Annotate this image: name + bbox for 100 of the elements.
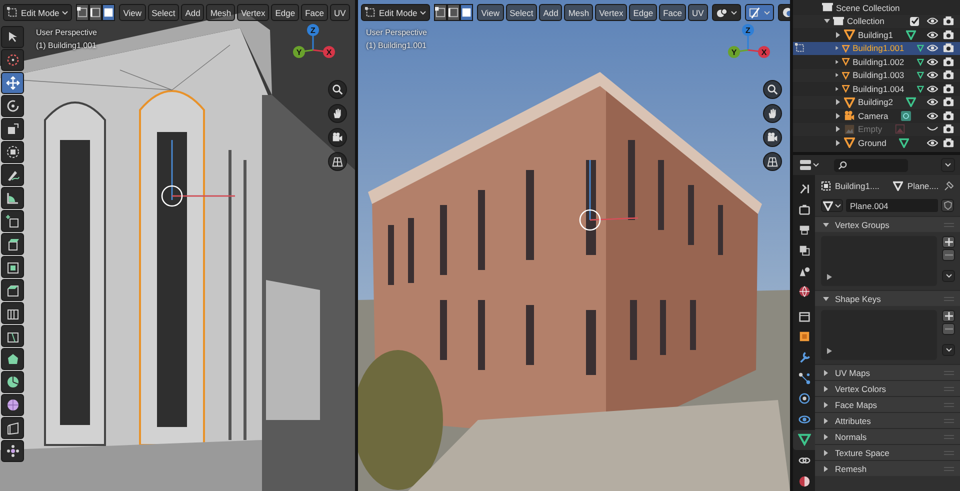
menu-button[interactable]: UV [688,4,708,21]
object-name[interactable]: Building1.004 [852,84,904,94]
tool-button[interactable] [1,187,24,209]
pin-icon[interactable] [944,181,954,191]
object-name[interactable]: Scene Collection [836,2,900,13]
menu-button[interactable]: UV [330,4,350,21]
eye-icon[interactable] [927,112,938,120]
axis-handle[interactable] [742,24,754,36]
tool-button[interactable] [1,325,24,347]
eye-icon[interactable] [927,98,938,106]
specials-dropdown[interactable] [942,344,955,356]
tool-button[interactable] [1,440,24,462]
menu-button[interactable]: Edge [629,4,658,21]
remove-button[interactable] [942,249,955,261]
outliner-row[interactable]: Building1 [793,28,960,42]
viewport-overlays-button[interactable] [712,4,741,21]
viewport-xray-button[interactable] [744,4,774,21]
collapsed-arrow-icon[interactable] [835,45,840,52]
menu-button[interactable]: Mesh [564,4,594,21]
mesh-browse-button[interactable] [821,199,843,212]
expanded-arrow-icon[interactable] [824,18,830,24]
expand-arrow-icon[interactable] [827,348,832,354]
specials-dropdown[interactable] [942,270,955,282]
tool-button[interactable] [1,394,24,416]
menu-button[interactable]: Select [506,4,538,21]
outliner-row[interactable]: Scene Collection [793,1,960,14]
collapsed-arrow-icon[interactable] [835,140,841,146]
expand-arrow-icon[interactable] [827,274,832,280]
remove-button[interactable] [942,323,955,335]
camera-data-icon[interactable] [901,110,912,121]
triangle-data-icon[interactable] [917,84,924,94]
render-camera-icon[interactable] [943,84,954,94]
tool-button[interactable] [1,417,24,439]
triangle-data-icon[interactable] [917,43,924,54]
outliner-row[interactable]: Ground [793,136,960,150]
panel-header[interactable]: Normals [815,428,960,444]
search-field[interactable] [834,158,908,172]
tool-button[interactable] [1,371,24,393]
outliner-row[interactable]: Collection [793,14,960,28]
outliner-row[interactable]: Building1.004 [793,82,960,96]
checkbox[interactable] [910,16,919,26]
menu-button[interactable]: View [119,4,146,21]
outliner-row[interactable]: Building1.003 [793,68,960,82]
menu-button[interactable]: View [477,4,504,21]
vertex-select-button[interactable] [434,4,448,21]
render-camera-icon[interactable] [943,70,954,80]
triangle-data-icon[interactable] [906,97,916,108]
axis-handle[interactable] [307,24,319,36]
menu-button[interactable]: Add [539,4,562,21]
menu-button[interactable]: Add [181,4,204,21]
collapsed-arrow-icon[interactable] [835,112,841,119]
tool-button[interactable] [1,302,24,324]
panel-header[interactable]: Texture Space [815,444,960,460]
add-button[interactable] [942,236,955,248]
object-name[interactable]: Building1.002 [852,56,904,67]
panel-header[interactable]: Vertex Colors [815,380,960,396]
triangle-data-icon[interactable] [917,56,924,67]
axis-handle[interactable] [293,46,305,58]
menu-button[interactable]: Face [659,4,686,21]
eye-icon[interactable] [927,138,938,147]
render-camera-icon[interactable] [943,138,954,148]
mesh-name-field[interactable]: Plane.004 [846,199,938,212]
collapsed-arrow-icon[interactable] [835,72,840,78]
menu-button[interactable]: Vertex [237,4,270,21]
tool-button[interactable] [1,95,24,117]
axis-handle[interactable] [728,46,740,58]
axis-handle[interactable] [323,46,335,58]
outliner-row[interactable]: Building2 [793,96,960,109]
menu-button[interactable]: Face [301,4,328,21]
collapsed-arrow-icon[interactable] [835,58,840,65]
menu-button[interactable]: Vertex [595,4,628,21]
properties-tab[interactable] [793,430,815,450]
eye-icon[interactable] [927,84,938,93]
add-button[interactable] [942,310,955,322]
eye-icon[interactable] [927,71,938,80]
render-camera-icon[interactable] [943,97,954,108]
object-name[interactable]: Building1.001 [852,43,904,54]
render-camera-icon[interactable] [943,16,954,26]
face-select-button[interactable] [460,4,474,21]
panel-header[interactable]: Face Maps [815,396,960,412]
tool-button[interactable] [1,26,24,48]
tool-button[interactable] [1,256,24,278]
eye-icon[interactable] [927,17,938,26]
collapsed-arrow-icon[interactable] [835,32,841,38]
menu-button[interactable]: Mesh [206,4,236,21]
eye-icon[interactable] [927,58,938,66]
object-name[interactable]: Collection [847,16,884,26]
menu-button[interactable]: Edge [271,4,300,21]
object-name[interactable]: Building2 [858,97,893,108]
axis-handle[interactable] [758,46,770,58]
outliner-row[interactable]: Camera [793,109,960,122]
render-camera-icon[interactable] [943,56,954,67]
panel-header[interactable]: UV Maps [815,364,960,380]
tool-button[interactable] [1,164,24,186]
collapsed-arrow-icon[interactable] [835,86,840,92]
edge-select-button[interactable] [89,4,102,21]
triangle-data-icon[interactable] [899,138,910,148]
render-camera-icon[interactable] [943,30,954,40]
menu-button[interactable]: Select [148,4,180,21]
tool-button[interactable] [1,141,24,163]
